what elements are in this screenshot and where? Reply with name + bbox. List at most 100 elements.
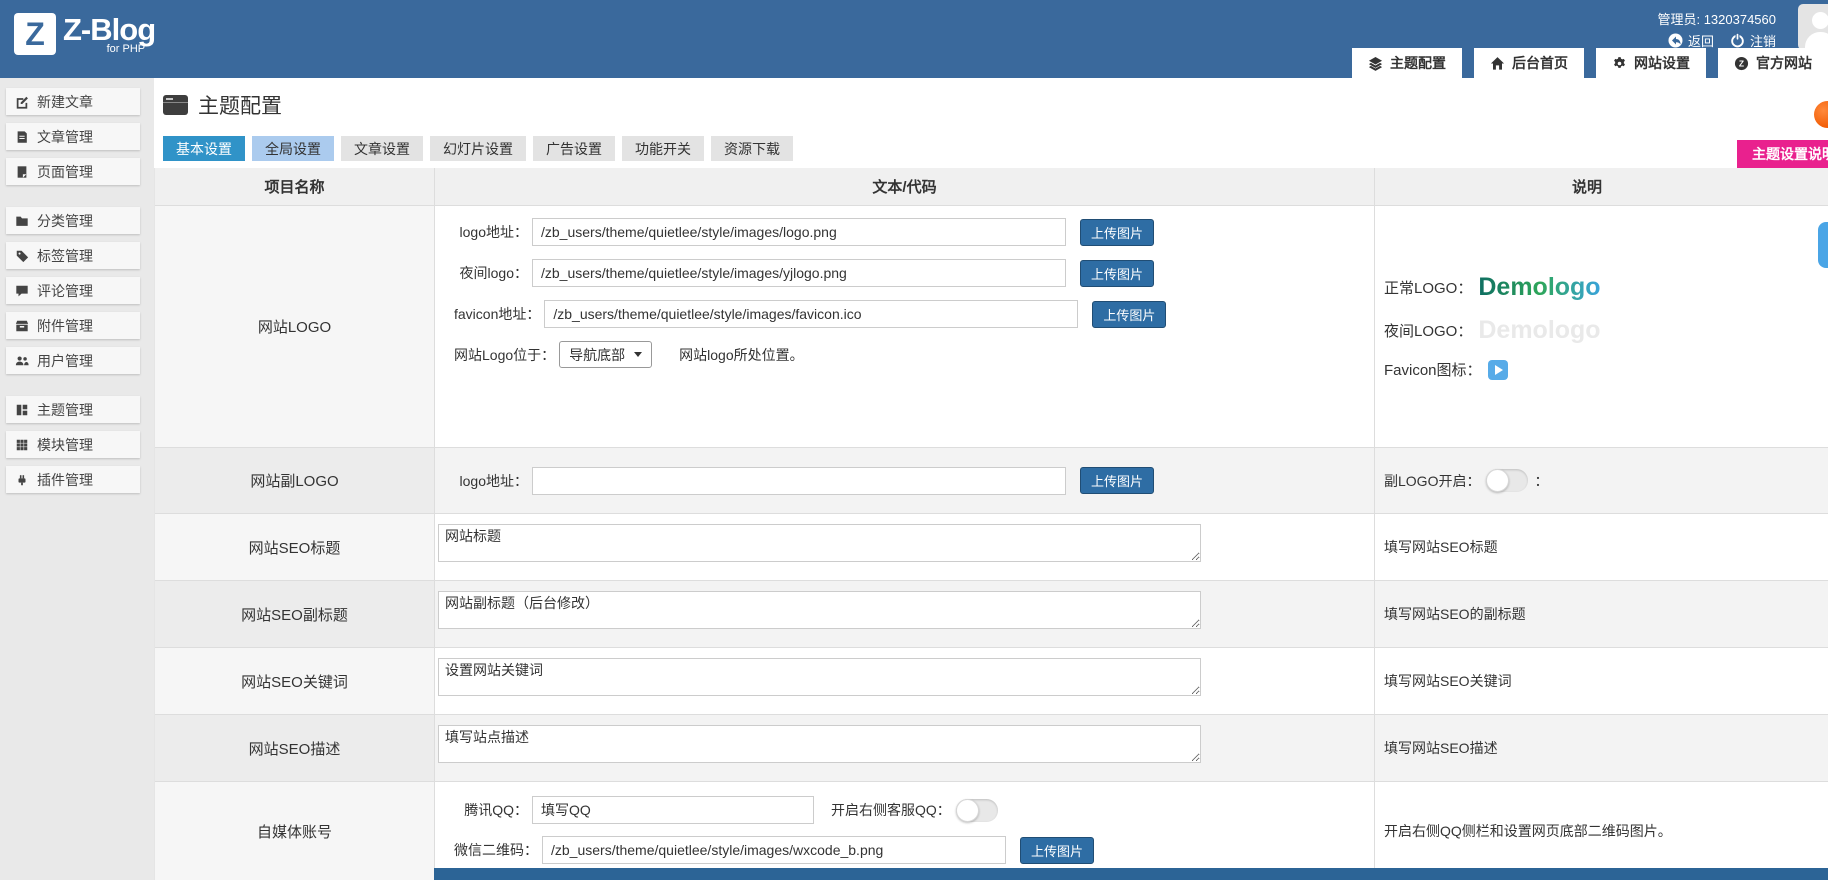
desc-label: 副LOGO开启： bbox=[1384, 471, 1480, 491]
page-icon bbox=[15, 165, 29, 179]
night-logo-url-input[interactable] bbox=[532, 259, 1066, 287]
sub-logo-toggle[interactable] bbox=[1486, 469, 1528, 492]
top-tab-site-settings[interactable]: 网站设置 bbox=[1596, 48, 1706, 78]
archive-box-icon bbox=[15, 319, 29, 333]
save-bar-top-edge bbox=[434, 868, 1828, 880]
row-filler bbox=[1799, 648, 1828, 714]
sidebar-item-label: 模块管理 bbox=[37, 435, 93, 455]
row-desc-cell: 填写网站SEO标题 bbox=[1375, 514, 1799, 580]
desc-text: 填写网站SEO标题 bbox=[1384, 537, 1799, 557]
page-title: 主题配置 bbox=[163, 90, 282, 120]
sidebar-item-page-mgmt[interactable]: 页面管理 bbox=[6, 158, 140, 185]
logo-position-value: 导航底部 bbox=[569, 345, 625, 365]
theme-blocks-icon bbox=[15, 403, 29, 417]
favicon-preview-icon[interactable] bbox=[1488, 360, 1508, 380]
row-name: 网站SEO描述 bbox=[155, 715, 435, 781]
top-tab-label: 主题配置 bbox=[1390, 53, 1446, 73]
sidebar-item-module-mgmt[interactable]: 模块管理 bbox=[6, 431, 140, 458]
users-icon bbox=[15, 354, 29, 368]
folder-icon bbox=[15, 214, 29, 228]
row-filler bbox=[1799, 514, 1828, 580]
zblog-logo-text: Z-Blog for PHP bbox=[63, 13, 155, 55]
row-desc-cell: 开启右侧QQ侧栏和设置网页底部二维码图片。 bbox=[1375, 782, 1799, 880]
upload-image-button[interactable]: 上传图片 bbox=[1020, 837, 1094, 864]
sidebar-item-user-mgmt[interactable]: 用户管理 bbox=[6, 347, 140, 374]
desc-text: 填写网站SEO描述 bbox=[1384, 738, 1799, 758]
zblog-logo-mark: Z bbox=[14, 13, 56, 55]
sidebar-item-attachment-mgmt[interactable]: 附件管理 bbox=[6, 312, 140, 339]
tab-feature-switches[interactable]: 功能开关 bbox=[622, 136, 704, 161]
zblog-logo-name: Z-Blog bbox=[63, 13, 155, 46]
sidebar-item-plugin-mgmt[interactable]: 插件管理 bbox=[6, 466, 140, 493]
sub-logo-url-input[interactable] bbox=[532, 467, 1066, 495]
zblog-circle-icon: Z bbox=[1734, 56, 1749, 71]
sidebar-item-label: 附件管理 bbox=[37, 316, 93, 336]
tab-article-settings[interactable]: 文章设置 bbox=[341, 136, 423, 161]
logo-url-input[interactable] bbox=[532, 218, 1066, 246]
top-tab-dashboard[interactable]: 后台首页 bbox=[1474, 48, 1584, 78]
table-row-seo-description: 网站SEO描述 填写站点描述 填写网站SEO描述 bbox=[155, 715, 1828, 782]
logo-position-select[interactable]: 导航底部 bbox=[559, 341, 652, 368]
tab-basic-settings[interactable]: 基本设置 bbox=[163, 136, 245, 161]
sidebar-item-label: 文章管理 bbox=[37, 127, 93, 147]
sidebar-item-new-post[interactable]: 新建文章 bbox=[6, 88, 140, 115]
sidebar-item-comment-mgmt[interactable]: 评论管理 bbox=[6, 277, 140, 304]
top-tab-label: 后台首页 bbox=[1512, 53, 1568, 73]
zblog-logo[interactable]: Z Z-Blog for PHP bbox=[14, 13, 155, 55]
side-float-tab[interactable] bbox=[1818, 222, 1828, 268]
row-name: 网站SEO标题 bbox=[155, 514, 435, 580]
table-header-row: 项目名称 文本/代码 说明 bbox=[155, 168, 1828, 206]
seo-keywords-textarea[interactable]: 设置网站关键词 bbox=[438, 658, 1201, 696]
row-name: 网站SEO关键词 bbox=[155, 648, 435, 714]
demologo-preview: Demologo bbox=[1478, 273, 1600, 302]
top-tab-label: 网站设置 bbox=[1634, 53, 1690, 73]
sidebar-item-post-mgmt[interactable]: 文章管理 bbox=[6, 123, 140, 150]
row-code-cell: logo地址： 上传图片 bbox=[435, 448, 1375, 513]
avatar[interactable] bbox=[1798, 4, 1828, 50]
sidebar-item-label: 页面管理 bbox=[37, 162, 93, 182]
top-tab-theme-config[interactable]: 主题配置 bbox=[1352, 48, 1462, 78]
sidebar-item-category-mgmt[interactable]: 分类管理 bbox=[6, 207, 140, 234]
favicon-url-input[interactable] bbox=[544, 300, 1078, 328]
wechat-qrcode-input[interactable] bbox=[542, 836, 1006, 864]
sidebar-item-theme-mgmt[interactable]: 主题管理 bbox=[6, 396, 140, 423]
tab-slideshow-settings[interactable]: 幻灯片设置 bbox=[430, 136, 526, 161]
desc-text: 开启右侧QQ侧栏和设置网页底部二维码图片。 bbox=[1384, 821, 1799, 841]
field-label: 网站Logo位于： bbox=[454, 345, 555, 365]
upload-image-button[interactable]: 上传图片 bbox=[1080, 260, 1154, 287]
svg-text:Z: Z bbox=[1739, 58, 1744, 68]
tab-global-settings[interactable]: 全局设置 bbox=[252, 136, 334, 161]
sidebar-item-tag-mgmt[interactable]: 标签管理 bbox=[6, 242, 140, 269]
row-name: 自媒体账号 bbox=[155, 782, 435, 880]
row-desc-cell: 填写网站SEO描述 bbox=[1375, 715, 1799, 781]
seo-description-textarea[interactable]: 填写站点描述 bbox=[438, 725, 1201, 763]
table-row-seo-title: 网站SEO标题 网站标题 填写网站SEO标题 bbox=[155, 514, 1828, 581]
desc-text: 填写网站SEO关键词 bbox=[1384, 671, 1799, 691]
desc-label: 夜间LOGO： bbox=[1384, 320, 1472, 341]
plugin-icon bbox=[15, 473, 29, 487]
upload-image-button[interactable]: 上传图片 bbox=[1080, 467, 1154, 494]
upload-image-button[interactable]: 上传图片 bbox=[1080, 219, 1154, 246]
theme-help-button[interactable]: 主题设置说明 bbox=[1737, 140, 1828, 168]
demologo-night-preview: Demologo bbox=[1478, 316, 1600, 345]
qq-service-toggle[interactable] bbox=[956, 799, 998, 822]
upload-image-button[interactable]: 上传图片 bbox=[1092, 301, 1166, 328]
row-code-cell: 填写站点描述 bbox=[435, 715, 1375, 781]
desc-label: 正常LOGO： bbox=[1384, 277, 1472, 298]
top-tab-official-site[interactable]: Z 官方网站 bbox=[1718, 48, 1828, 78]
gear-icon bbox=[1612, 56, 1627, 71]
field-note: 网站logo所处位置。 bbox=[679, 345, 803, 365]
seo-subtitle-textarea[interactable]: 网站副标题（后台修改） bbox=[438, 591, 1201, 629]
table-row-sub-logo: 网站副LOGO logo地址： 上传图片 副LOGO开启： ： bbox=[155, 448, 1828, 514]
desc-label: Favicon图标： bbox=[1384, 359, 1482, 380]
row-code-cell: 腾讯QQ： 开启右侧客服QQ： 微信二维码： 上传图片 bbox=[435, 782, 1375, 880]
col-header-code: 文本/代码 bbox=[435, 168, 1375, 205]
row-desc-cell: 副LOGO开启： ： bbox=[1375, 448, 1799, 513]
toggle-knob bbox=[1486, 469, 1509, 492]
toggle-knob bbox=[956, 799, 979, 822]
qq-number-input[interactable] bbox=[532, 796, 814, 824]
table-row-seo-keywords: 网站SEO关键词 设置网站关键词 填写网站SEO关键词 bbox=[155, 648, 1828, 715]
tab-resource-download[interactable]: 资源下载 bbox=[711, 136, 793, 161]
tab-ad-settings[interactable]: 广告设置 bbox=[533, 136, 615, 161]
seo-title-textarea[interactable]: 网站标题 bbox=[438, 524, 1201, 562]
